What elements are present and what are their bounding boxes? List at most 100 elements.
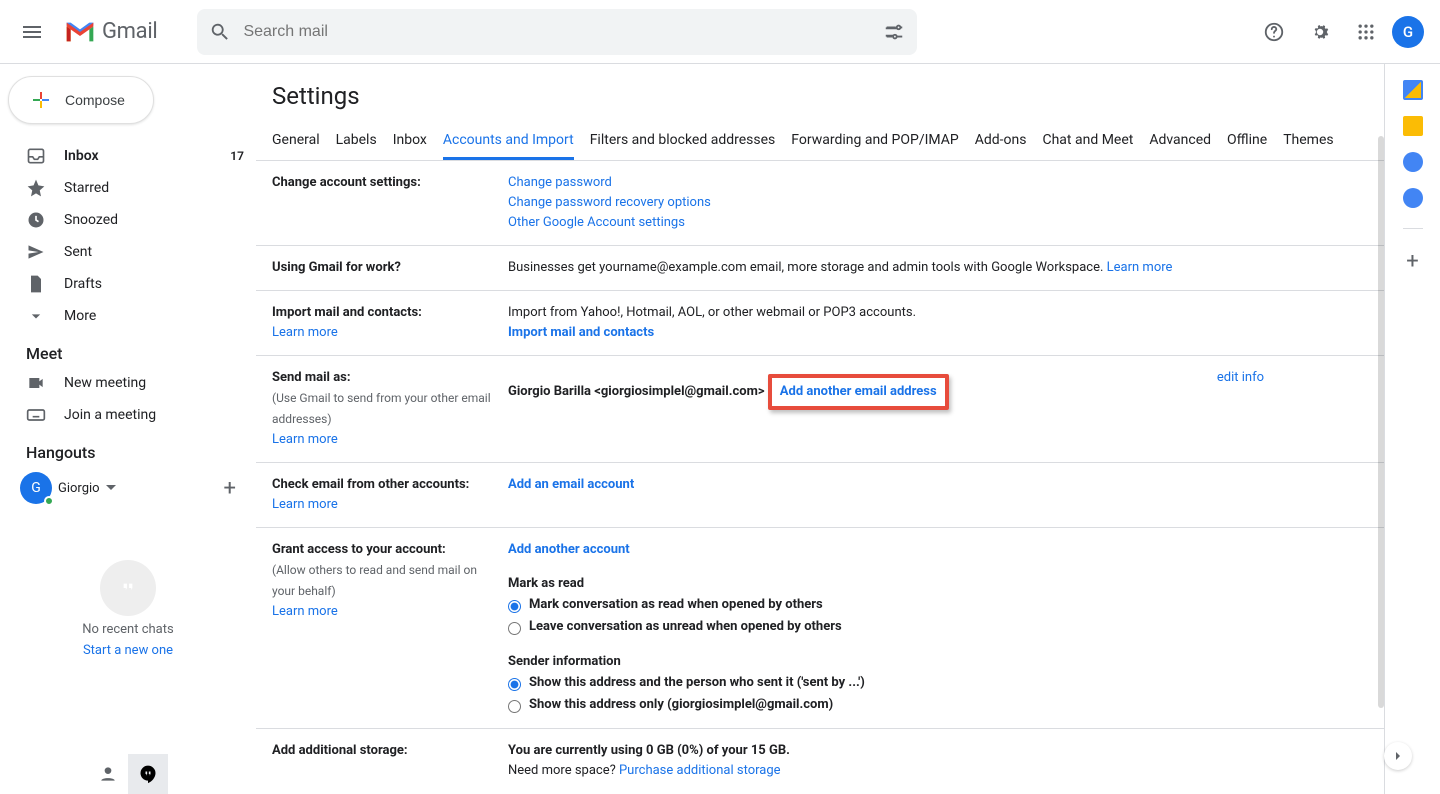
tab-inbox[interactable]: Inbox — [393, 122, 427, 160]
change-password-link[interactable]: Change password — [508, 175, 612, 190]
row-label: Import mail and contacts: — [272, 305, 422, 320]
account-avatar[interactable]: G — [1392, 16, 1424, 48]
sidebar-item-label: Inbox — [64, 148, 212, 164]
gmail-logo[interactable]: Gmail — [64, 18, 157, 46]
sidebar-item-label: Snoozed — [64, 212, 244, 228]
settings-tabs: General Labels Inbox Accounts and Import… — [256, 122, 1384, 161]
search-bar[interactable] — [197, 9, 917, 55]
row-label: Change account settings: — [272, 173, 492, 193]
mark-as-read-heading: Mark as read — [508, 576, 584, 591]
leave-unread-radio[interactable] — [508, 622, 521, 635]
sendas-learn-more-link[interactable]: Learn more — [272, 432, 338, 447]
tab-advanced[interactable]: Advanced — [1149, 122, 1211, 160]
chat-bottom-tabs — [0, 754, 256, 794]
tab-accounts-and-import[interactable]: Accounts and Import — [443, 122, 574, 160]
import-mail-action[interactable]: Import mail and contacts — [508, 325, 654, 340]
sidebar-item-drafts[interactable]: Drafts — [0, 268, 256, 300]
sidebar-item-inbox[interactable]: Inbox 17 — [0, 140, 256, 172]
tab-forwarding[interactable]: Forwarding and POP/IMAP — [791, 122, 958, 160]
sender-info-heading: Sender information — [508, 654, 621, 669]
row-sublabel: (Allow others to read and send mail on y… — [272, 563, 477, 598]
row-check-email: Check email from other accounts: Learn m… — [256, 463, 1384, 528]
storage-usage: You are currently using 0 GB (0%) of you… — [508, 743, 790, 758]
sidebar-item-starred[interactable]: Starred — [0, 172, 256, 204]
settings-main: Settings General Labels Inbox Accounts a… — [256, 64, 1384, 794]
tab-chat-meet[interactable]: Chat and Meet — [1042, 122, 1133, 160]
inbox-icon — [26, 146, 46, 166]
chat-tab-contacts[interactable] — [88, 754, 128, 794]
show-sent-by-option: Show this address and the person who sen… — [529, 673, 865, 693]
show-sent-by-radio[interactable] — [508, 678, 521, 691]
page-title: Settings — [256, 64, 1384, 122]
add-email-account-link[interactable]: Add an email account — [508, 477, 634, 492]
sidebar-item-label: New meeting — [64, 375, 244, 391]
edit-info-link[interactable]: edit info — [1217, 368, 1264, 388]
workspace-learn-more-link[interactable]: Learn more — [1107, 260, 1173, 275]
dropdown-caret-icon — [106, 483, 116, 493]
tab-filters[interactable]: Filters and blocked addresses — [590, 122, 776, 160]
keep-app-icon[interactable] — [1403, 116, 1423, 136]
tab-themes[interactable]: Themes — [1283, 122, 1333, 160]
side-panel-toggle[interactable] — [1384, 742, 1412, 770]
row-label: Check email from other accounts: — [272, 477, 469, 492]
search-icon — [209, 21, 231, 43]
new-chat-button[interactable]: + — [224, 476, 236, 501]
import-learn-more-link[interactable]: Learn more — [272, 325, 338, 340]
settings-button[interactable] — [1300, 12, 1340, 52]
main-menu-button[interactable] — [8, 8, 56, 56]
other-account-settings-link[interactable]: Other Google Account settings — [508, 215, 685, 230]
work-description: Businesses get yourname@example.com emai… — [508, 260, 1107, 275]
tab-addons[interactable]: Add-ons — [975, 122, 1027, 160]
sidebar-item-more[interactable]: More — [0, 300, 256, 332]
mark-read-radio[interactable] — [508, 600, 521, 613]
search-input[interactable] — [231, 23, 883, 41]
storage-prompt: Need more space? — [508, 763, 619, 778]
chat-empty-state: No recent chats Start a new one — [0, 510, 256, 754]
chat-empty-text: No recent chats — [82, 622, 173, 637]
scrollbar[interactable] — [1378, 136, 1384, 708]
hangouts-user-row[interactable]: G Giorgio + — [0, 466, 256, 510]
hangouts-avatar: G — [20, 472, 52, 504]
row-storage: Add additional storage: You are currentl… — [256, 729, 1384, 793]
change-recovery-link[interactable]: Change password recovery options — [508, 195, 711, 210]
sidebar-item-label: Starred — [64, 180, 244, 196]
tab-general[interactable]: General — [272, 122, 320, 160]
start-new-chat-link[interactable]: Start a new one — [83, 643, 173, 658]
contacts-app-icon[interactable] — [1403, 188, 1423, 208]
row-grant-access: Grant access to your account: (Allow oth… — [256, 528, 1384, 729]
meet-section-title: Meet — [0, 332, 256, 367]
sidebar-item-snoozed[interactable]: Snoozed — [0, 204, 256, 236]
compose-button[interactable]: Compose — [8, 76, 154, 124]
sidebar-item-new-meeting[interactable]: New meeting — [0, 367, 256, 399]
support-button[interactable] — [1254, 12, 1294, 52]
settings-content[interactable]: Change account settings: Change password… — [256, 161, 1384, 794]
plus-multicolor-icon — [29, 88, 53, 112]
search-options-icon[interactable] — [883, 21, 905, 43]
import-description: Import from Yahoo!, Hotmail, AOL, or oth… — [508, 305, 916, 320]
tasks-app-icon[interactable] — [1403, 152, 1423, 172]
add-another-email-link[interactable]: Add another email address — [780, 384, 937, 399]
chat-tab-hangouts[interactable] — [128, 754, 168, 794]
purchase-storage-link[interactable]: Purchase additional storage — [619, 763, 781, 778]
calendar-app-icon[interactable] — [1403, 80, 1423, 100]
tab-labels[interactable]: Labels — [336, 122, 377, 160]
mark-read-option: Mark conversation as read when opened by… — [529, 595, 823, 615]
right-side-panel: + — [1384, 64, 1440, 794]
show-address-only-radio[interactable] — [508, 700, 521, 713]
hangouts-user-name: Giorgio — [58, 481, 100, 496]
chevron-down-icon — [26, 306, 46, 326]
tab-offline[interactable]: Offline — [1227, 122, 1267, 160]
apps-button[interactable] — [1346, 12, 1386, 52]
grant-learn-more-link[interactable]: Learn more — [272, 604, 338, 619]
keyboard-icon — [26, 405, 46, 425]
gmail-icon — [64, 18, 96, 46]
add-another-account-link[interactable]: Add another account — [508, 542, 630, 557]
sidebar-item-sent[interactable]: Sent — [0, 236, 256, 268]
check-learn-more-link[interactable]: Learn more — [272, 497, 338, 512]
leave-unread-option: Leave conversation as unread when opened… — [529, 617, 842, 637]
row-label: Send mail as: — [272, 370, 351, 385]
hangouts-bubble-icon — [100, 560, 156, 616]
get-addons-button[interactable]: + — [1406, 249, 1418, 274]
presence-indicator — [44, 496, 54, 506]
sidebar-item-join-meeting[interactable]: Join a meeting — [0, 399, 256, 431]
